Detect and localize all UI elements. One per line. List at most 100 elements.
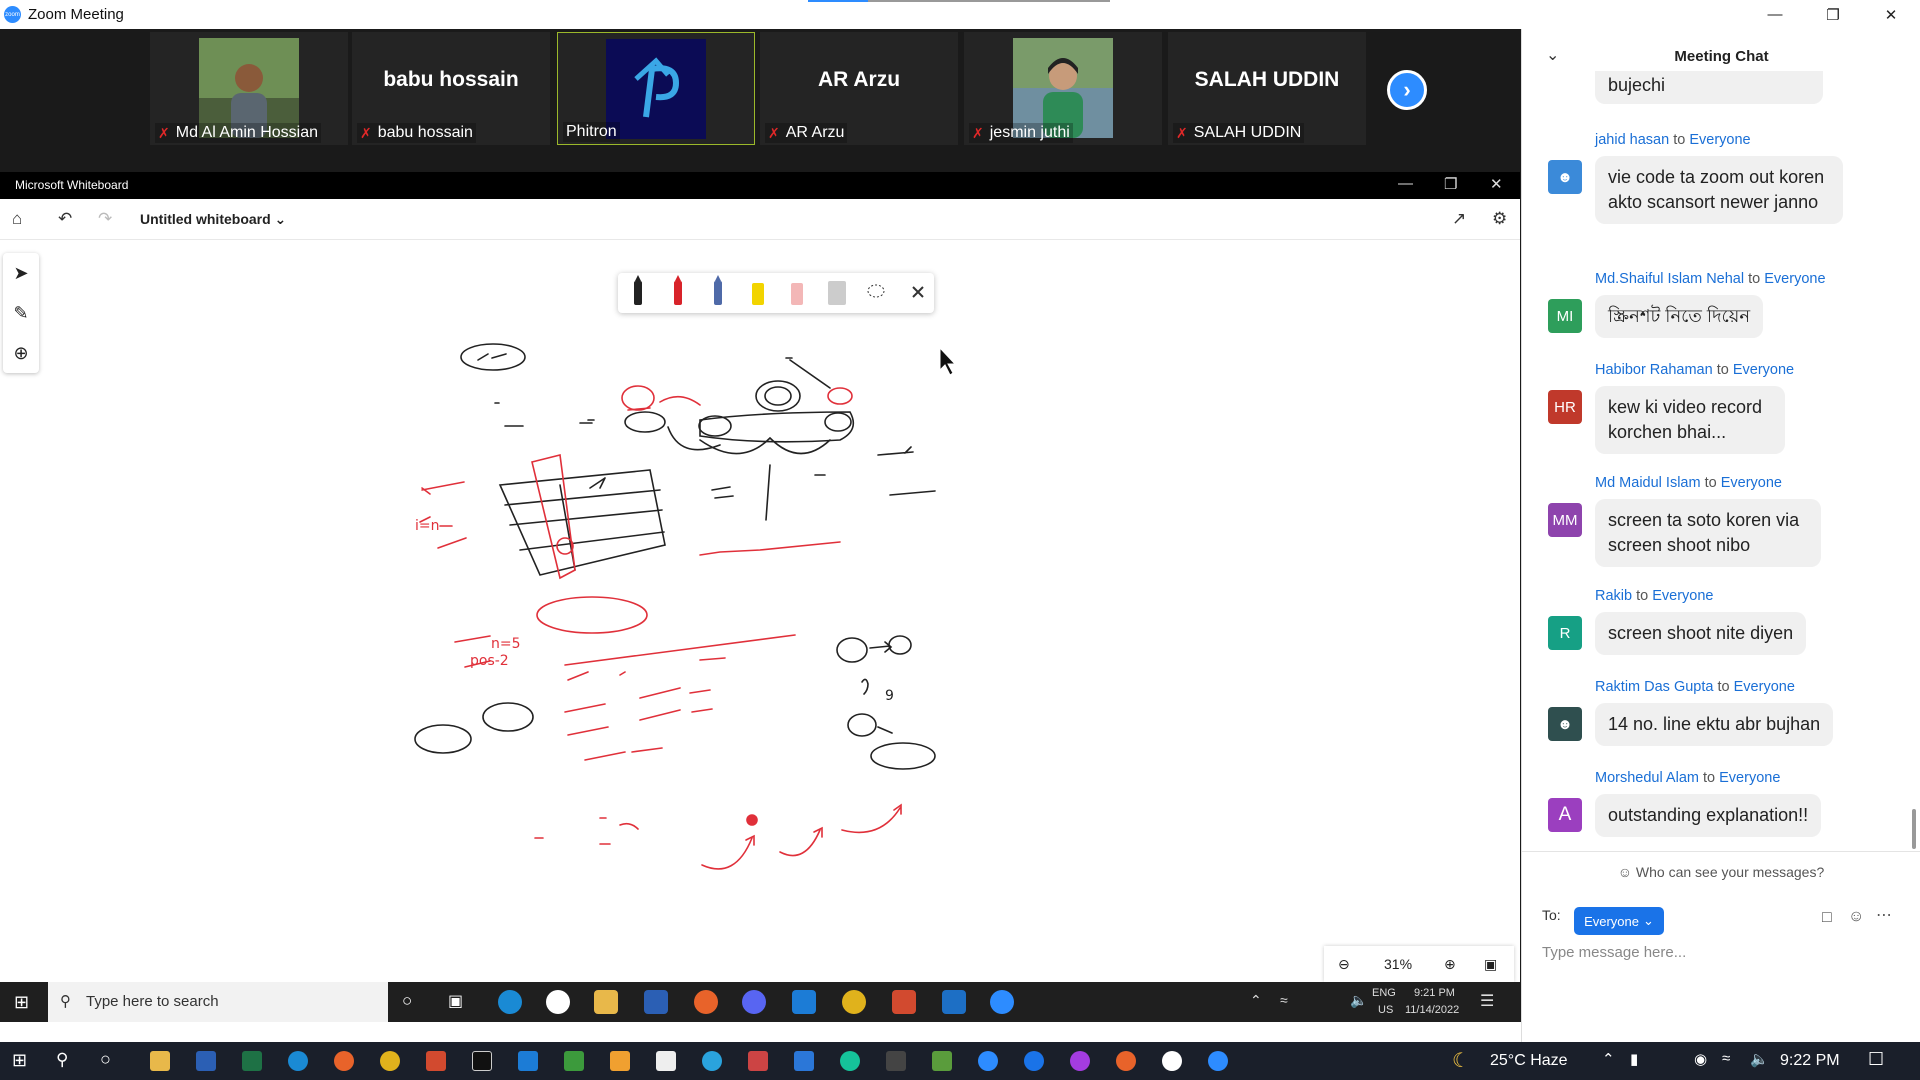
windows-start-icon[interactable]: ⊞ <box>14 992 29 1013</box>
zoom-out-icon[interactable]: ⊖ <box>1338 956 1350 973</box>
taskbar-search[interactable]: ⚲ Type here to search <box>48 982 388 1022</box>
select-pointer-icon[interactable]: ➤ <box>3 253 39 293</box>
firefox-icon[interactable] <box>694 990 718 1014</box>
message-input[interactable]: Type message here... <box>1542 944 1686 961</box>
edge-icon[interactable] <box>498 990 522 1014</box>
app-icon[interactable] <box>892 990 916 1014</box>
task-view-icon[interactable]: ▣ <box>448 991 463 1011</box>
wifi-icon[interactable]: ≈ <box>1722 1050 1730 1067</box>
zoom-in-icon[interactable]: ⊕ <box>1444 956 1456 973</box>
chat-sender: Raktim Das Gupta to Everyone <box>1595 679 1795 695</box>
wb-close-button[interactable]: ✕ <box>1490 175 1503 193</box>
recipient-dropdown[interactable]: Everyone ⌄ <box>1574 907 1664 935</box>
discord-icon[interactable] <box>742 990 766 1014</box>
svg-text:pos-2: pos-2 <box>470 653 509 669</box>
cortana-icon[interactable]: ○ <box>402 991 412 1011</box>
messenger-icon[interactable] <box>1070 1051 1090 1071</box>
fit-screen-icon[interactable]: ▣ <box>1484 956 1497 973</box>
app-icon[interactable] <box>794 1051 814 1071</box>
tray-chevron-icon[interactable]: ⌃ <box>1602 1050 1615 1068</box>
minimize-button[interactable]: — <box>1746 0 1804 29</box>
wb-restore-button[interactable]: ❐ <box>1444 175 1457 193</box>
excel-icon[interactable] <box>242 1051 262 1071</box>
pycharm-icon[interactable] <box>472 1051 492 1071</box>
git-icon[interactable] <box>610 1051 630 1071</box>
zoom-taskbar-icon[interactable] <box>990 990 1014 1014</box>
app-icon[interactable] <box>546 990 570 1014</box>
cortana-icon[interactable]: ○ <box>100 1049 111 1070</box>
notification-icon[interactable]: ☰ <box>1480 991 1494 1011</box>
grammarly-icon[interactable] <box>840 1051 860 1071</box>
terminal-icon[interactable] <box>886 1051 906 1071</box>
search-icon[interactable]: ⚲ <box>56 1050 68 1070</box>
share-icon[interactable]: ↗ <box>1452 209 1466 229</box>
file-explorer-icon[interactable] <box>594 990 618 1014</box>
wifi-icon[interactable]: ≈ <box>1280 992 1288 1008</box>
wb-minimize-button[interactable]: — <box>1398 175 1413 192</box>
chrome-icon[interactable] <box>842 990 866 1014</box>
document-name[interactable]: Untitled whiteboard ⌄ <box>140 211 286 228</box>
volume-icon[interactable]: 🔈 <box>1750 1050 1769 1068</box>
notification-icon[interactable]: ☐ <box>1868 1049 1884 1070</box>
participant-big-name: AR Arzu <box>817 68 901 91</box>
word-icon[interactable] <box>196 1051 216 1071</box>
nodejs-icon[interactable] <box>564 1051 584 1071</box>
add-icon[interactable]: ⊕ <box>3 333 39 373</box>
settings-gear-icon[interactable]: ⚙ <box>1492 209 1507 229</box>
chrome-icon[interactable] <box>380 1051 400 1071</box>
next-page-arrow-icon[interactable]: › <box>1387 70 1427 110</box>
participant-tile[interactable]: SALAH UDDIN ✗ SALAH UDDIN <box>1168 32 1366 145</box>
maps-icon[interactable] <box>1024 1051 1044 1071</box>
clock-time[interactable]: 9:22 PM <box>1780 1052 1840 1070</box>
file-explorer-icon[interactable] <box>150 1051 170 1071</box>
chat-sender: Md.Shaiful Islam Nehal to Everyone <box>1595 271 1826 287</box>
participant-tile[interactable]: babu hossain ✗ babu hossain <box>352 32 550 145</box>
notion-icon[interactable] <box>656 1051 676 1071</box>
whiteboard-toolbar: ⌂ ↶ ↷ Untitled whiteboard ⌄ ↗ ⚙ <box>0 199 1520 240</box>
participant-tile-active[interactable]: Phitron <box>557 32 755 145</box>
home-icon[interactable]: ⌂ <box>12 209 22 229</box>
vscode-icon[interactable] <box>792 990 816 1014</box>
restore-button[interactable]: ❐ <box>1804 0 1862 29</box>
app-icon[interactable] <box>748 1051 768 1071</box>
pen-tool-icon[interactable]: ✎ <box>3 293 39 333</box>
pen-tray-icons <box>634 275 924 305</box>
blue-pen-icon <box>714 275 722 305</box>
avatar: MI <box>1548 299 1582 333</box>
more-icon[interactable]: ⋯ <box>1876 905 1892 925</box>
app-icon[interactable] <box>426 1051 446 1071</box>
weather-text[interactable]: 25°C Haze <box>1490 1052 1568 1070</box>
chat-bubble: screen ta soto koren via screen shoot ni… <box>1595 499 1821 567</box>
app-icon[interactable] <box>978 1051 998 1071</box>
participant-tile[interactable]: ✗ jesmin juthi <box>964 32 1162 145</box>
tray-chevron-icon[interactable]: ⌃ <box>1250 992 1262 1009</box>
zoom-taskbar-icon[interactable] <box>1208 1051 1228 1071</box>
zoom-controls: ⊖ 31% ⊕ ▣ <box>1324 946 1514 982</box>
mic-icon[interactable]: ◉ <box>1694 1050 1707 1068</box>
emoji-icon[interactable]: ☺ <box>1848 908 1864 926</box>
volume-icon[interactable]: 🔈 <box>1350 992 1367 1009</box>
battery-icon[interactable]: ▮ <box>1630 1050 1638 1068</box>
whiteboard-icon[interactable] <box>942 990 966 1014</box>
telegram-icon[interactable] <box>702 1051 722 1071</box>
app-icon[interactable] <box>1162 1051 1182 1071</box>
chat-scrollbar[interactable] <box>1912 809 1916 849</box>
firefox-icon[interactable] <box>334 1051 354 1071</box>
who-can-see-link[interactable]: ☺ Who can see your messages? <box>1522 864 1920 880</box>
windows-start-icon[interactable]: ⊞ <box>12 1050 27 1071</box>
language-top: ENG <box>1372 987 1396 999</box>
participant-tile[interactable]: AR Arzu ✗ AR Arzu <box>760 32 958 145</box>
app-icon[interactable] <box>1116 1051 1136 1071</box>
participant-tile[interactable]: ✗ Md Al Amin Hossian <box>150 32 348 145</box>
redo-icon[interactable]: ↷ <box>98 209 112 229</box>
edge-icon[interactable] <box>288 1051 308 1071</box>
close-button[interactable]: ✕ <box>1862 0 1920 29</box>
inner-clock-date: 11/14/2022 <box>1405 1004 1460 1016</box>
file-icon[interactable]: □ <box>1822 909 1832 927</box>
word-icon[interactable] <box>644 990 668 1014</box>
vscode-icon[interactable] <box>518 1051 538 1071</box>
undo-icon[interactable]: ↶ <box>58 209 72 229</box>
muted-mic-icon: ✗ <box>1176 124 1188 141</box>
app-icon[interactable] <box>932 1051 952 1071</box>
whiteboard-canvas[interactable]: n=5 pos-2 i=n 9 <box>0 240 1520 982</box>
